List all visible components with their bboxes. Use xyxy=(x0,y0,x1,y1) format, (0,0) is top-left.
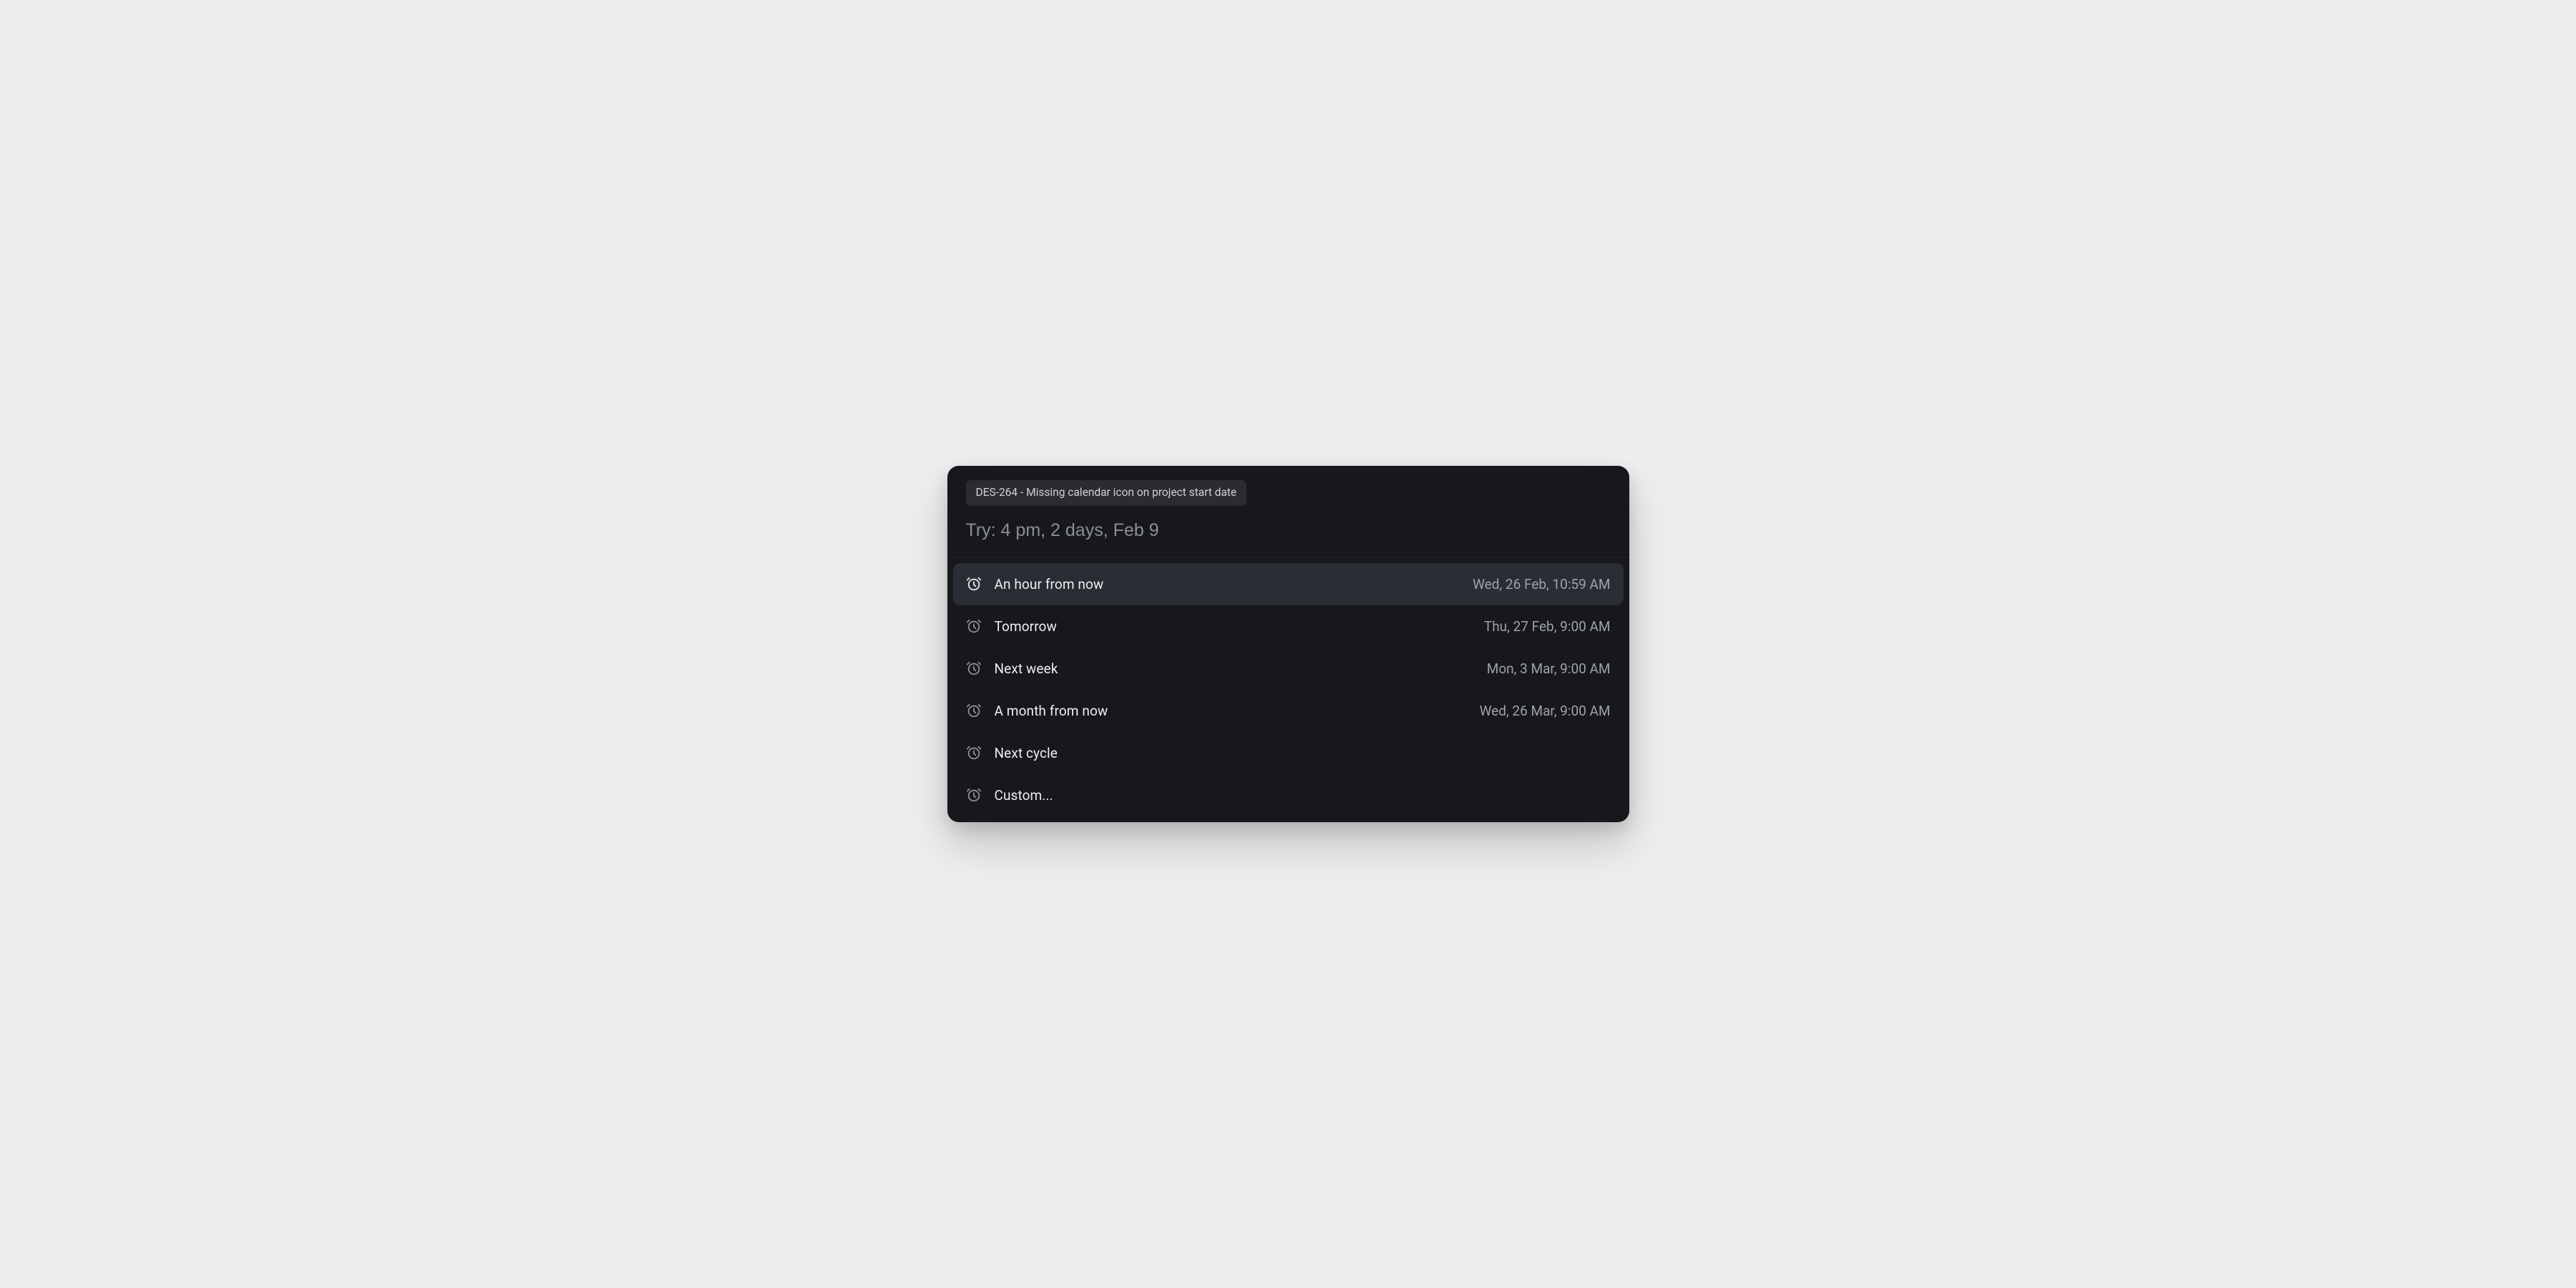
snooze-option-label: Next cycle xyxy=(995,745,1598,761)
snooze-option-label: An hour from now xyxy=(995,576,1460,592)
snooze-option-month[interactable]: A month from now Wed, 26 Mar, 9:00 AM xyxy=(953,690,1624,732)
snooze-option-label: A month from now xyxy=(995,703,1467,719)
alarm-clock-icon xyxy=(966,703,982,718)
snooze-option-time: Mon, 3 Mar, 9:00 AM xyxy=(1487,660,1611,677)
snooze-option-hour[interactable]: An hour from now Wed, 26 Feb, 10:59 AM xyxy=(953,563,1624,605)
snooze-option-next-cycle[interactable]: Next cycle xyxy=(953,732,1624,774)
alarm-clock-icon xyxy=(966,745,982,761)
snooze-option-custom[interactable]: Custom... xyxy=(953,774,1624,816)
snooze-option-next-week[interactable]: Next week Mon, 3 Mar, 9:00 AM xyxy=(953,648,1624,690)
snooze-option-time: Wed, 26 Feb, 10:59 AM xyxy=(1473,576,1610,592)
alarm-clock-icon xyxy=(966,660,982,676)
alarm-clock-icon xyxy=(966,618,982,634)
snooze-search-input[interactable] xyxy=(966,520,1611,541)
snooze-option-label: Next week xyxy=(995,660,1474,677)
panel-header: DES-264 - Missing calendar icon on proje… xyxy=(947,466,1629,557)
alarm-clock-icon xyxy=(966,576,982,592)
snooze-option-label: Custom... xyxy=(995,787,1598,804)
search-row xyxy=(966,520,1611,541)
snooze-options-list: An hour from now Wed, 26 Feb, 10:59 AM T… xyxy=(947,557,1629,822)
snooze-option-time: Thu, 27 Feb, 9:00 AM xyxy=(1484,618,1611,635)
snooze-option-time: Wed, 26 Mar, 9:00 AM xyxy=(1480,703,1611,719)
snooze-option-label: Tomorrow xyxy=(995,618,1471,635)
alarm-clock-icon xyxy=(966,787,982,803)
snooze-option-tomorrow[interactable]: Tomorrow Thu, 27 Feb, 9:00 AM xyxy=(953,605,1624,648)
snooze-picker-panel: DES-264 - Missing calendar icon on proje… xyxy=(947,466,1629,822)
context-chip: DES-264 - Missing calendar icon on proje… xyxy=(966,480,1247,506)
